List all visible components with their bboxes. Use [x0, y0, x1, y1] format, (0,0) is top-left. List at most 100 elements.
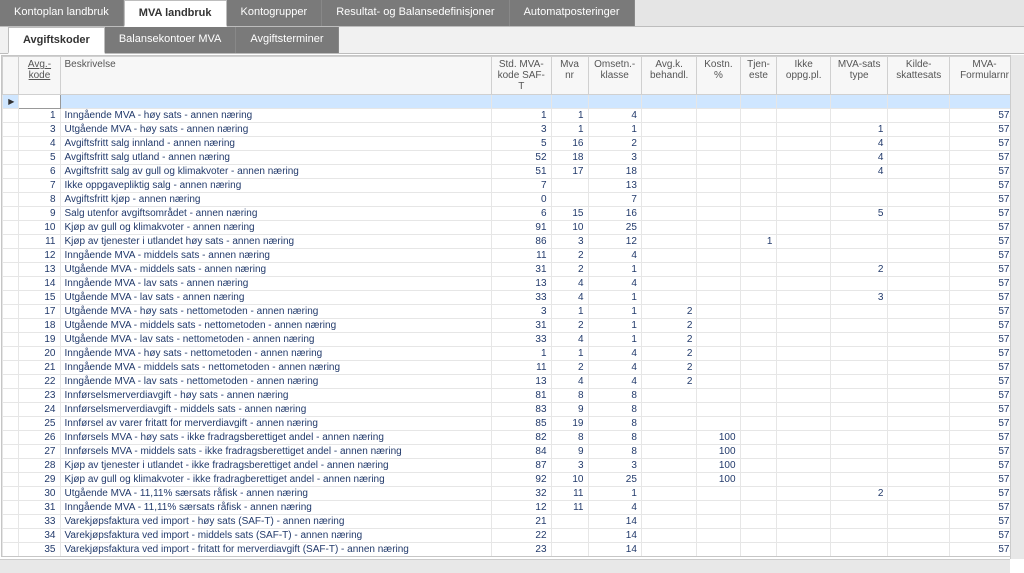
row-handle[interactable] — [3, 305, 19, 319]
cell-avgk[interactable] — [641, 417, 696, 431]
cell-omsetn[interactable]: 12 — [588, 557, 641, 558]
cell-avgk[interactable] — [641, 193, 696, 207]
cell-omsetn[interactable]: 1 — [588, 319, 641, 333]
table-row[interactable]: 26Innførsels MVA - høy sats - ikke fradr… — [3, 431, 1020, 445]
cell-besk[interactable]: Ikke oppgavepliktig salg - annen næring — [60, 179, 491, 193]
cell-form[interactable]: 575 — [950, 193, 1020, 207]
cell-tjen[interactable] — [740, 361, 777, 375]
cell-satstype[interactable] — [830, 431, 888, 445]
cell-ikke[interactable] — [777, 403, 830, 417]
cell-kode[interactable]: 36 — [19, 557, 60, 558]
tab-kontogrupper[interactable]: Kontogrupper — [227, 0, 323, 26]
cell-kode[interactable]: 5 — [19, 151, 60, 165]
cell-tjen[interactable] — [740, 487, 777, 501]
cell-form[interactable]: 575 — [950, 249, 1020, 263]
cell-ikke[interactable] — [777, 473, 830, 487]
cell-ikke[interactable] — [777, 179, 830, 193]
cell-ikke[interactable] — [777, 263, 830, 277]
cell-kilde[interactable] — [888, 487, 950, 501]
table-row[interactable]: 9Salg utenfor avgiftsområdet - annen nær… — [3, 207, 1020, 221]
col-mvanr[interactable]: Mva nr — [551, 57, 588, 95]
cell-saft[interactable]: 0 — [491, 193, 551, 207]
cell-besk[interactable]: Kjøp av tjenester i utlandet - ikke frad… — [60, 459, 491, 473]
cell-omsetn[interactable]: 14 — [588, 543, 641, 557]
row-handle[interactable] — [3, 137, 19, 151]
cell-avgk[interactable]: 2 — [641, 375, 696, 389]
cell-saft[interactable]: 3 — [491, 305, 551, 319]
cell-tjen[interactable] — [740, 151, 777, 165]
cell-kostn[interactable] — [697, 417, 740, 431]
cell-tjen[interactable] — [740, 193, 777, 207]
cell-besk[interactable]: Varekjøpsfaktura ved import - høy sats (… — [60, 515, 491, 529]
cell-omsetn[interactable]: 1 — [588, 263, 641, 277]
cell-kostn[interactable] — [697, 403, 740, 417]
cell-saft[interactable]: 3 — [491, 123, 551, 137]
cell-kostn[interactable] — [697, 501, 740, 515]
table-row[interactable]: 6Avgiftsfritt salg av gull og klimakvote… — [3, 165, 1020, 179]
table-row[interactable]: 21Inngående MVA - middels sats - nettome… — [3, 361, 1020, 375]
cell-omsetn[interactable]: 13 — [588, 179, 641, 193]
cell-tjen[interactable] — [740, 263, 777, 277]
cell-besk[interactable]: Inngående MVA - lav sats - annen næring — [60, 277, 491, 291]
cell-kilde[interactable] — [888, 361, 950, 375]
cell-avgk[interactable] — [641, 487, 696, 501]
cell-ikke[interactable] — [777, 389, 830, 403]
cell-besk[interactable]: Inngående MVA - lav sats - nettometoden … — [60, 375, 491, 389]
row-handle[interactable] — [3, 333, 19, 347]
cell-kode[interactable]: 27 — [19, 445, 60, 459]
filter-saft[interactable] — [491, 95, 551, 109]
cell-omsetn[interactable]: 8 — [588, 445, 641, 459]
cell-form[interactable]: 575 — [950, 109, 1020, 123]
cell-mvanr[interactable]: 4 — [551, 291, 588, 305]
cell-besk[interactable]: Salg utenfor avgiftsområdet - annen næri… — [60, 207, 491, 221]
cell-kilde[interactable] — [888, 333, 950, 347]
cell-kostn[interactable] — [697, 221, 740, 235]
cell-avgk[interactable] — [641, 473, 696, 487]
cell-ikke[interactable] — [777, 417, 830, 431]
row-handle[interactable] — [3, 207, 19, 221]
row-handle[interactable] — [3, 445, 19, 459]
row-handle[interactable] — [3, 165, 19, 179]
cell-besk[interactable]: Kjøp av tjenester i utlandet lav sats - … — [60, 557, 491, 558]
row-handle[interactable] — [3, 319, 19, 333]
table-row[interactable]: 20Inngående MVA - høy sats - nettometode… — [3, 347, 1020, 361]
row-handle[interactable] — [3, 151, 19, 165]
cell-kilde[interactable] — [888, 347, 950, 361]
table-row[interactable]: 11Kjøp av tjenester i utlandet høy sats … — [3, 235, 1020, 249]
cell-besk[interactable]: Utgående MVA - lav sats - annen næring — [60, 291, 491, 305]
cell-saft[interactable]: 33 — [491, 333, 551, 347]
cell-saft[interactable]: 31 — [491, 263, 551, 277]
cell-saft[interactable]: 87 — [491, 459, 551, 473]
cell-mvanr[interactable]: 8 — [551, 389, 588, 403]
cell-form[interactable]: 575 — [950, 319, 1020, 333]
cell-avgk[interactable] — [641, 403, 696, 417]
row-handle[interactable] — [3, 347, 19, 361]
col-saft[interactable]: Std. MVA-kode SAF-T — [491, 57, 551, 95]
cell-besk[interactable]: Kjøp av gull og klimakvoter - annen næri… — [60, 221, 491, 235]
row-handle[interactable] — [3, 263, 19, 277]
cell-form[interactable]: 575 — [950, 179, 1020, 193]
cell-kilde[interactable] — [888, 431, 950, 445]
cell-saft[interactable]: 12 — [491, 501, 551, 515]
cell-tjen[interactable] — [740, 501, 777, 515]
cell-mvanr[interactable]: 4 — [551, 277, 588, 291]
cell-satstype[interactable] — [830, 249, 888, 263]
cell-form[interactable]: 575 — [950, 487, 1020, 501]
cell-ikke[interactable] — [777, 291, 830, 305]
cell-mvanr[interactable]: 2 — [551, 249, 588, 263]
cell-satstype[interactable] — [830, 375, 888, 389]
cell-ikke[interactable] — [777, 165, 830, 179]
cell-kilde[interactable] — [888, 151, 950, 165]
cell-kode[interactable]: 19 — [19, 333, 60, 347]
table-row[interactable]: 27Innførsels MVA - middels sats - ikke f… — [3, 445, 1020, 459]
cell-satstype[interactable] — [830, 235, 888, 249]
cell-tjen[interactable] — [740, 529, 777, 543]
cell-saft[interactable]: 52 — [491, 151, 551, 165]
cell-mvanr[interactable]: 9 — [551, 403, 588, 417]
cell-omsetn[interactable]: 3 — [588, 151, 641, 165]
cell-satstype[interactable] — [830, 543, 888, 557]
cell-kode[interactable]: 33 — [19, 515, 60, 529]
cell-ikke[interactable] — [777, 347, 830, 361]
cell-mvanr[interactable]: 9 — [551, 445, 588, 459]
cell-tjen[interactable] — [740, 543, 777, 557]
